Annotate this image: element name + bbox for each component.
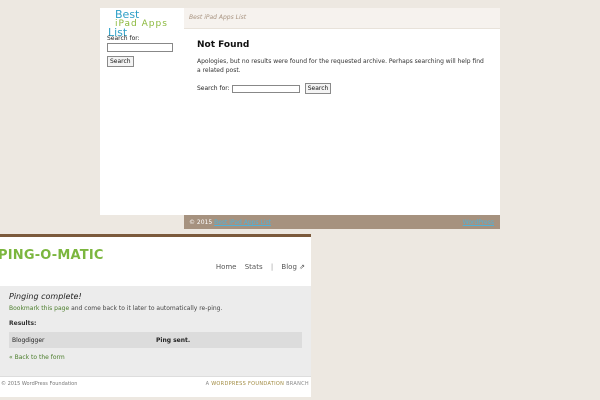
sidebar-search-form: Search for: Search <box>107 35 173 67</box>
ping-header: PING-O-MATIC Home Stats | Blog ⇗ <box>0 237 311 274</box>
blog-main-content: Not Found Apologies, but no results were… <box>184 29 500 215</box>
blog-header-title[interactable]: Best iPad Apps List <box>189 14 246 21</box>
footer-site-link[interactable]: Best iPad Apps List <box>214 219 271 226</box>
sidebar-search-input[interactable] <box>107 43 173 52</box>
blog-frame: Best iPad Apps List Search for: Search B… <box>100 8 500 230</box>
branch-prefix: A <box>205 381 210 387</box>
bookmark-note-text: and come back to it later to automatical… <box>71 305 223 312</box>
footer-wordpress-link[interactable]: WordPress <box>463 219 494 226</box>
bookmark-link[interactable]: Bookmark this page <box>9 305 69 312</box>
ping-bookmark-note: Bookmark this page and come back to it l… <box>9 305 222 312</box>
ping-footer: © 2015 WordPress Foundation A WORDPRESS … <box>0 376 311 397</box>
sidebar-search-button[interactable]: Search <box>107 56 134 67</box>
pingomatic-frame: PING-O-MATIC Home Stats | Blog ⇗ Pinging… <box>0 234 311 397</box>
ping-footer-branch: A WORDPRESS FOUNDATION BRANCH <box>206 381 309 387</box>
nav-home[interactable]: Home <box>216 263 237 271</box>
nav-separator: | <box>270 263 274 271</box>
not-found-message: Apologies, but no results were found for… <box>197 58 484 74</box>
results-table-row: Blogdigger Ping sent. <box>9 332 302 348</box>
main-search-input[interactable] <box>231 84 300 93</box>
ping-complete-title: Pinging complete! <box>9 292 82 301</box>
ping-result-panel: Pinging complete! Bookmark this page and… <box>0 286 311 376</box>
main-search-form: Search for: Search <box>197 83 332 94</box>
main-search-button[interactable]: Search <box>304 83 332 94</box>
wordpress-foundation-link[interactable]: WORDPRESS FOUNDATION <box>211 381 284 387</box>
branch-suffix: BRANCH <box>286 381 309 387</box>
pingomatic-logo[interactable]: PING-O-MATIC <box>0 248 104 263</box>
nav-blog[interactable]: Blog ⇗ <box>281 263 305 271</box>
blog-header: Best iPad Apps List <box>184 8 500 29</box>
result-status: Ping sent. <box>156 337 191 344</box>
main-search-label: Search for: <box>197 85 230 92</box>
sidebar-search-label: Search for: <box>107 35 140 42</box>
footer-copy-text: © 2015 <box>189 219 213 226</box>
blog-footer: © 2015 Best iPad Apps List WordPress <box>184 215 500 229</box>
result-service: Blogdigger <box>12 337 45 344</box>
back-to-form-link[interactable]: « Back to the form <box>9 354 65 361</box>
blog-sidebar: Best iPad Apps List Search for: Search <box>100 8 185 215</box>
footer-copyright: © 2015 Best iPad Apps List <box>189 219 271 226</box>
ping-footer-copyright: © 2015 WordPress Foundation <box>1 381 78 387</box>
nav-stats[interactable]: Stats <box>245 263 263 271</box>
results-label: Results: <box>9 320 37 327</box>
ping-nav: Home Stats | Blog ⇗ <box>210 263 305 271</box>
not-found-title: Not Found <box>197 40 250 50</box>
